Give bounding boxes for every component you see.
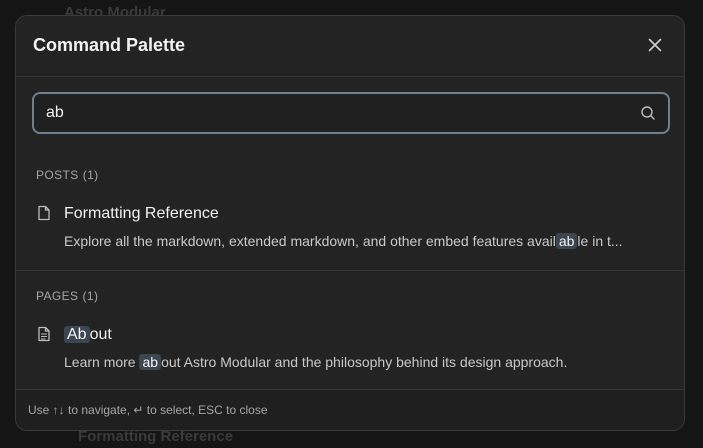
result-title: Ab out — [64, 326, 112, 344]
result-description: Learn more ab out Astro Modular and the p… — [64, 354, 568, 370]
modal-title: Command Palette — [33, 35, 186, 55]
keyboard-hint: Use ↑↓ to navigate, ↵ to select, ESC to … — [28, 403, 268, 417]
keyboard-hint-footer: Use ↑↓ to navigate, ↵ to select, ESC to … — [16, 389, 684, 430]
command-palette-modal: Command Palette POSTS(1) Formatting Refe… — [15, 15, 685, 431]
match-highlight: ab — [139, 354, 162, 370]
section-divider — [16, 270, 684, 271]
match-highlight: ab — [555, 233, 578, 249]
search-input[interactable] — [46, 94, 626, 132]
section-label-pages: PAGES (1) — [36, 289, 99, 303]
modal-header: Command Palette — [16, 16, 684, 77]
result-item-about[interactable]: Ab out Learn more ab out Astro Modular and… — [16, 324, 684, 390]
close-icon — [648, 38, 662, 52]
result-description: Explore all the markdown, extended markd… — [64, 233, 623, 249]
document-icon — [38, 205, 50, 221]
page-lines-icon — [38, 326, 50, 342]
section-label-posts: POSTS (1) — [36, 168, 99, 182]
result-title: Formatting Reference — [64, 205, 219, 222]
close-button[interactable] — [642, 32, 668, 58]
match-highlight: Ab — [64, 326, 90, 343]
search-icon — [641, 106, 655, 120]
search-box — [32, 92, 670, 134]
result-item-formatting-reference[interactable]: Formatting Reference Explore all the mar… — [16, 202, 684, 270]
